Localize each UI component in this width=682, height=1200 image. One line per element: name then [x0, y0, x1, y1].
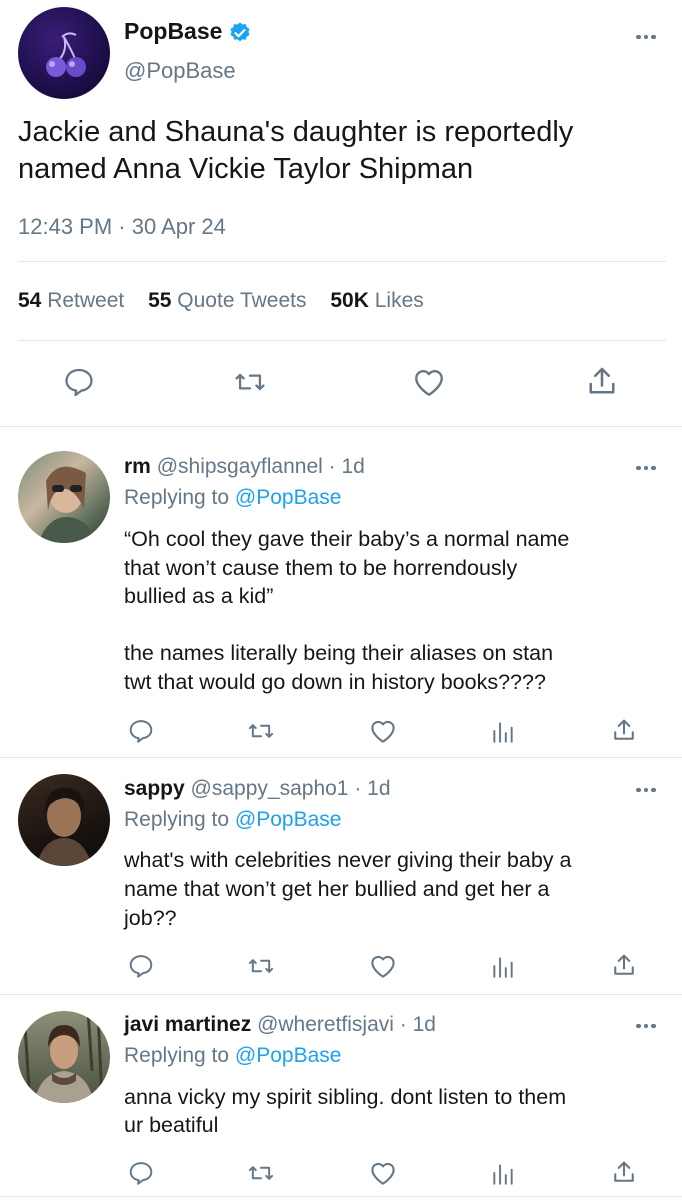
retweet-icon[interactable] — [232, 365, 268, 399]
main-handle[interactable]: @PopBase — [124, 58, 236, 84]
share-icon[interactable] — [610, 1157, 638, 1187]
person-photo-icon — [36, 787, 92, 866]
reply-icon[interactable] — [127, 717, 155, 745]
main-display-name[interactable]: PopBase — [124, 18, 222, 45]
replying-to: Replying to @PopBase — [124, 486, 342, 509]
reply-display-name[interactable]: javi martinez — [124, 1013, 251, 1036]
share-icon[interactable] — [610, 950, 638, 980]
like-icon[interactable] — [368, 716, 398, 746]
avatar[interactable] — [18, 774, 110, 866]
views-icon[interactable] — [490, 718, 516, 746]
reply-age[interactable]: · 1d — [329, 455, 365, 478]
reply-header: javi martinez @wheretfisjavi · 1d — [124, 1013, 436, 1037]
retweet-icon[interactable] — [246, 952, 276, 980]
stats-top-divider — [18, 261, 666, 262]
reply-handle[interactable]: @wheretfisjavi — [257, 1013, 394, 1036]
tweet-stats: 54 Retweet 55 Quote Tweets 50K Likes — [18, 289, 424, 313]
reply-header: sappy @sappy_sapho1 · 1d — [124, 777, 391, 801]
like-icon[interactable] — [411, 364, 447, 400]
like-icon[interactable] — [368, 1158, 398, 1188]
reply-text: “Oh cool they gave their baby’s a normal… — [124, 527, 570, 694]
tweet-text-line1: Jackie and Shauna's daughter is reported… — [18, 116, 574, 148]
reply-display-name[interactable]: sappy — [124, 777, 185, 800]
views-icon[interactable] — [490, 953, 516, 981]
reply-icon[interactable] — [62, 365, 96, 399]
more-icon[interactable] — [634, 784, 658, 796]
replying-to: Replying to @PopBase — [124, 808, 342, 831]
reply-handle[interactable]: @sappy_sapho1 — [191, 777, 349, 800]
retweet-icon[interactable] — [246, 717, 276, 745]
reply-age[interactable]: · 1d — [400, 1013, 436, 1036]
reply-icon[interactable] — [127, 1159, 155, 1187]
views-icon[interactable] — [490, 1160, 516, 1188]
replying-to-link[interactable]: @PopBase — [235, 1044, 342, 1067]
more-icon[interactable] — [634, 31, 658, 43]
popbase-avatar[interactable] — [18, 7, 110, 99]
reply-display-name[interactable]: rm — [124, 455, 151, 478]
like-icon[interactable] — [368, 951, 398, 981]
reply-icon[interactable] — [127, 952, 155, 980]
person-photo-icon — [38, 466, 96, 543]
reply-header: rm @shipsgayflannel · 1d — [124, 455, 365, 479]
retweets-stat[interactable]: 54 Retweet — [18, 289, 124, 312]
verified-badge-icon — [228, 21, 252, 45]
divider — [0, 994, 682, 995]
share-icon[interactable] — [610, 715, 638, 745]
avatar[interactable] — [18, 1011, 110, 1103]
reply-handle[interactable]: @shipsgayflannel — [157, 455, 323, 478]
quotes-stat[interactable]: 55 Quote Tweets — [148, 289, 306, 312]
replying-to-link[interactable]: @PopBase — [235, 486, 342, 509]
likes-stat[interactable]: 50K Likes — [330, 289, 423, 312]
retweet-icon[interactable] — [246, 1159, 276, 1187]
divider — [0, 426, 682, 427]
cherry-logo-icon — [46, 32, 86, 77]
share-icon[interactable] — [584, 362, 620, 400]
replying-to-link[interactable]: @PopBase — [235, 808, 342, 831]
more-icon[interactable] — [634, 462, 658, 474]
stats-bottom-divider — [18, 340, 666, 341]
reply-text: what's with celebrities never giving the… — [124, 848, 572, 930]
divider — [0, 757, 682, 758]
divider — [0, 1196, 682, 1197]
tweet-text-line2: named Anna Vickie Taylor Shipman — [18, 153, 474, 185]
person-photo-icon — [22, 1011, 104, 1103]
reply-age[interactable]: · 1d — [354, 777, 390, 800]
tweet-timestamp[interactable]: 12:43 PM · 30 Apr 24 — [18, 214, 226, 240]
reply-text: anna vicky my spirit sibling. dont liste… — [124, 1085, 567, 1137]
avatar[interactable] — [18, 451, 110, 543]
more-icon[interactable] — [634, 1020, 658, 1032]
replying-to: Replying to @PopBase — [124, 1044, 342, 1067]
